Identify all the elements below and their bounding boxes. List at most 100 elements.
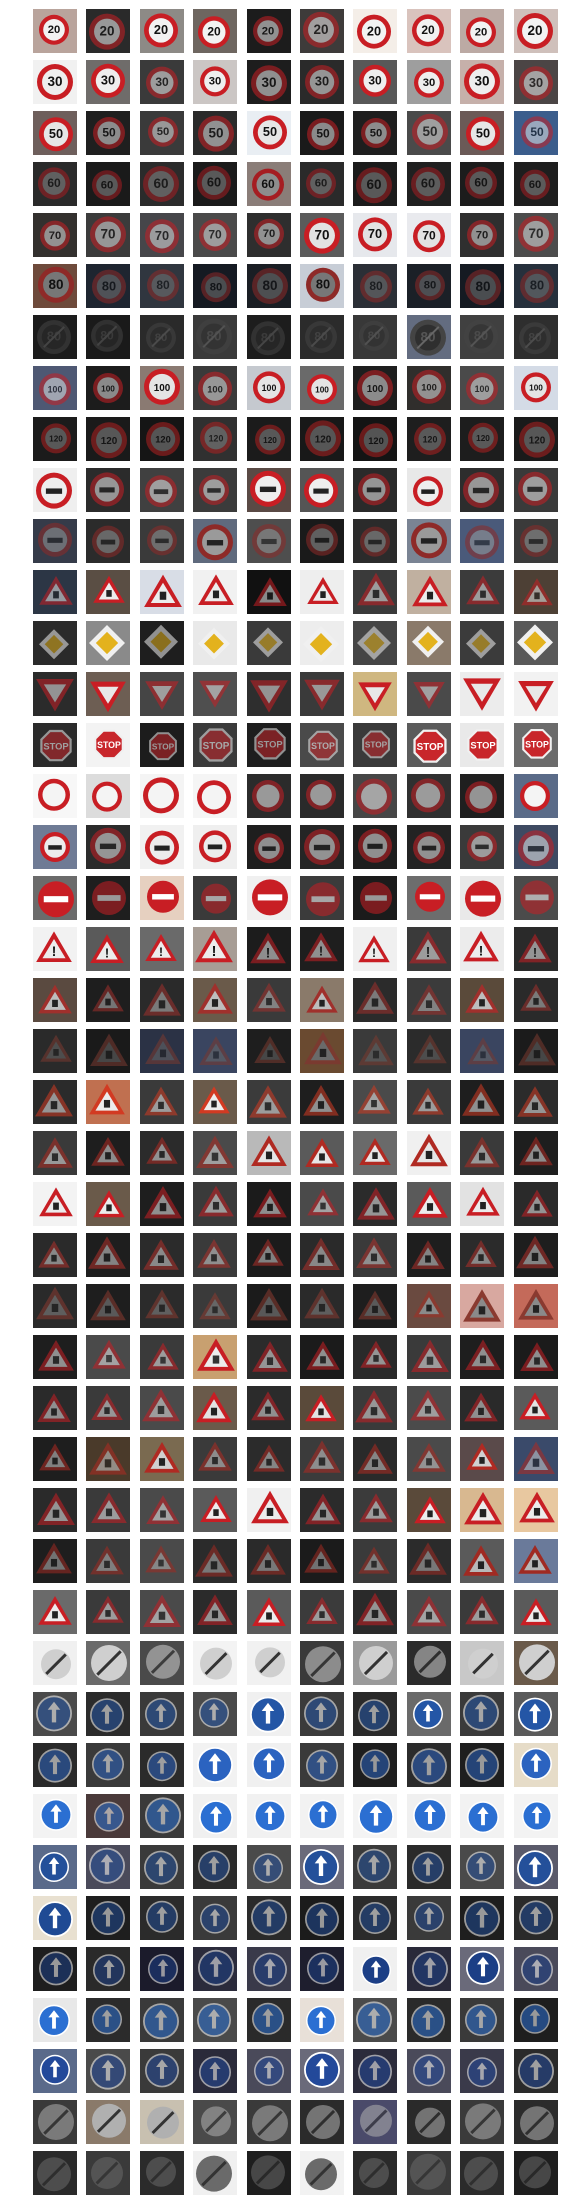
sample-thumbnail [33, 2151, 77, 2195]
svg-text:STOP: STOP [203, 741, 230, 752]
speed-50-sign-image: 50 [140, 111, 184, 155]
speed-70-sign-image: 70 [33, 213, 77, 257]
svg-text:STOP: STOP [365, 741, 388, 750]
sample-thumbnail [140, 1488, 184, 1532]
sample-thumbnail [247, 468, 291, 512]
pedestrians-sign-image [353, 1386, 397, 1430]
svg-text:60: 60 [474, 175, 488, 189]
sample-thumbnail [140, 621, 184, 665]
sample-thumbnail [33, 1437, 77, 1481]
svg-text:50: 50 [263, 124, 277, 139]
sample-thumbnail [33, 876, 77, 920]
sample-thumbnail: 30 [247, 60, 291, 104]
speed-20-sign-image: 20 [353, 9, 397, 53]
svg-text:60: 60 [153, 176, 168, 191]
sample-thumbnail [247, 1386, 291, 1430]
sample-thumbnail [193, 1131, 237, 1175]
sample-thumbnail [193, 1386, 237, 1430]
sample-thumbnail: 50 [193, 111, 237, 155]
ahead-only-sign-image [460, 1794, 504, 1838]
sample-thumbnail [353, 672, 397, 716]
sample-thumbnail: 80 [247, 315, 291, 359]
sample-thumbnail [86, 621, 130, 665]
sample-thumbnail [86, 672, 130, 716]
svg-text:100: 100 [262, 383, 277, 393]
sample-thumbnail [460, 1998, 504, 2042]
speed-60-sign-image: 60 [300, 162, 344, 206]
no-vehicles-sign-image [86, 774, 130, 818]
sample-thumbnail: 30 [407, 60, 451, 104]
sample-thumbnail [407, 1080, 451, 1124]
bicycles-sign-image [86, 1488, 130, 1532]
sample-thumbnail: 70 [193, 213, 237, 257]
sample-thumbnail [193, 519, 237, 563]
sample-thumbnail: 80 [300, 264, 344, 308]
bicycles-sign-image [407, 1488, 451, 1532]
end-80-sign-image: 80 [33, 315, 77, 359]
sample-thumbnail [33, 774, 77, 818]
sample-thumbnail [514, 1896, 558, 1940]
svg-text:30: 30 [155, 75, 169, 89]
children-sign-image [86, 1437, 130, 1481]
sample-thumbnail [86, 2100, 130, 2144]
sample-thumbnail: 100 [353, 366, 397, 410]
sample-thumbnail [407, 1029, 451, 1073]
double-curve-sign-image [353, 1080, 397, 1124]
sample-thumbnail: ! [300, 927, 344, 971]
speed-100-sign-image: 100 [33, 366, 77, 410]
sample-thumbnail: ! [353, 927, 397, 971]
sample-thumbnail [353, 1896, 397, 1940]
svg-text:30: 30 [529, 75, 543, 90]
roundabout-sign-image [407, 2049, 451, 2093]
sample-thumbnail [86, 1437, 130, 1481]
sample-thumbnail [514, 1845, 558, 1889]
sample-thumbnail [460, 1539, 504, 1583]
road-work-sign-image [193, 1284, 237, 1328]
sample-thumbnail: 120 [140, 417, 184, 461]
sample-thumbnail [33, 672, 77, 716]
speed-80-sign-image: 80 [353, 264, 397, 308]
sample-thumbnail [247, 672, 291, 716]
sample-thumbnail [407, 1794, 451, 1838]
sample-thumbnail: 20 [86, 9, 130, 53]
ice-snow-sign-image [193, 1539, 237, 1583]
end-limits-sign-image [407, 1641, 451, 1685]
sample-thumbnail [86, 1998, 130, 2042]
no-passing-sign-image [407, 468, 451, 512]
sample-thumbnail: ! [460, 927, 504, 971]
curve-right-sign-image [460, 1029, 504, 1073]
turn-left-sign-image [140, 1743, 184, 1787]
ahead-only-sign-image [247, 1794, 291, 1838]
general-caution-sign-image: ! [300, 927, 344, 971]
sample-thumbnail [300, 1743, 344, 1787]
sample-thumbnail [300, 1539, 344, 1583]
traffic-signals-sign-image [300, 1335, 344, 1379]
svg-text:120: 120 [476, 434, 490, 443]
straight-left-sign-image [407, 1896, 451, 1940]
svg-text:50: 50 [476, 125, 490, 140]
svg-text:70: 70 [368, 226, 382, 241]
sample-thumbnail [460, 1845, 504, 1889]
straight-right-sign-image [514, 1845, 558, 1889]
sample-thumbnail [353, 1947, 397, 1991]
bicycles-sign-image [300, 1488, 344, 1532]
speed-60-sign-image: 60 [140, 162, 184, 206]
turn-left-sign-image [33, 1743, 77, 1787]
straight-right-sign-image [86, 1845, 130, 1889]
svg-text:50: 50 [157, 126, 170, 138]
bumpy-road-sign-image [33, 1131, 77, 1175]
speed-50-sign-image: 50 [300, 111, 344, 155]
no-vehicles-sign-image [33, 774, 77, 818]
sample-thumbnail [247, 876, 291, 920]
sample-thumbnail [33, 1947, 77, 1991]
sample-thumbnail [193, 1437, 237, 1481]
end-80-sign-image: 80 [300, 315, 344, 359]
yield-sign-image [300, 672, 344, 716]
sample-thumbnail: 80 [353, 264, 397, 308]
no-entry-sign-image [193, 876, 237, 920]
no-passing-trucks-sign-image [300, 519, 344, 563]
svg-text:30: 30 [261, 75, 276, 90]
sample-thumbnail [140, 519, 184, 563]
sample-thumbnail: 120 [353, 417, 397, 461]
end-no-passing-sign-image [353, 2100, 397, 2144]
